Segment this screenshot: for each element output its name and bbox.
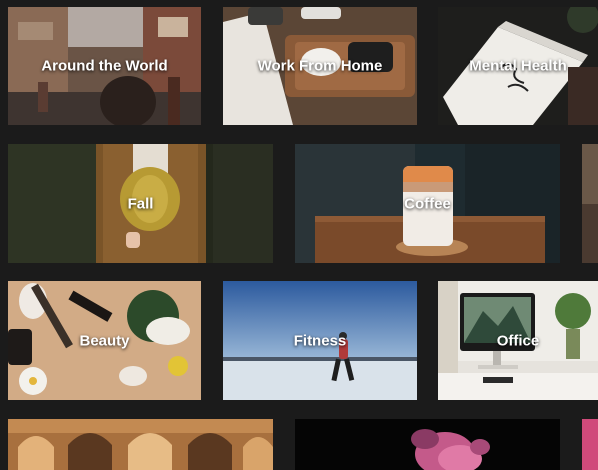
partial-photo — [582, 419, 598, 470]
partial-photo — [582, 144, 598, 263]
category-tile-ink[interactable] — [295, 419, 560, 470]
category-tile-mental-health[interactable]: Mental Health — [438, 7, 598, 125]
category-tile-architecture[interactable] — [8, 419, 273, 470]
category-tile-beauty[interactable]: Beauty — [8, 281, 201, 400]
category-tile-work-from-home[interactable]: Work From Home — [223, 7, 417, 125]
category-tile-partial-row2[interactable] — [582, 144, 598, 263]
tile-label: Fitness — [293, 332, 347, 349]
tile-label: Fall — [127, 195, 154, 212]
tile-label: Office — [496, 332, 540, 349]
category-tile-fall[interactable]: Fall — [8, 144, 273, 263]
arches-photo — [8, 419, 273, 470]
category-tile-office[interactable]: Office — [438, 281, 598, 400]
ink-photo — [295, 419, 560, 470]
tile-label: Beauty — [79, 332, 130, 349]
category-tile-coffee[interactable]: Coffee — [295, 144, 560, 263]
category-tile-around-the-world[interactable]: Around the World — [8, 7, 201, 125]
category-tile-partial-row4[interactable] — [582, 419, 598, 470]
tile-label: Coffee — [404, 195, 451, 212]
tile-label: Work From Home — [257, 57, 383, 75]
category-tile-fitness[interactable]: Fitness — [223, 281, 417, 400]
tile-label: Around the World — [41, 57, 168, 75]
tile-label: Mental Health — [469, 57, 567, 75]
